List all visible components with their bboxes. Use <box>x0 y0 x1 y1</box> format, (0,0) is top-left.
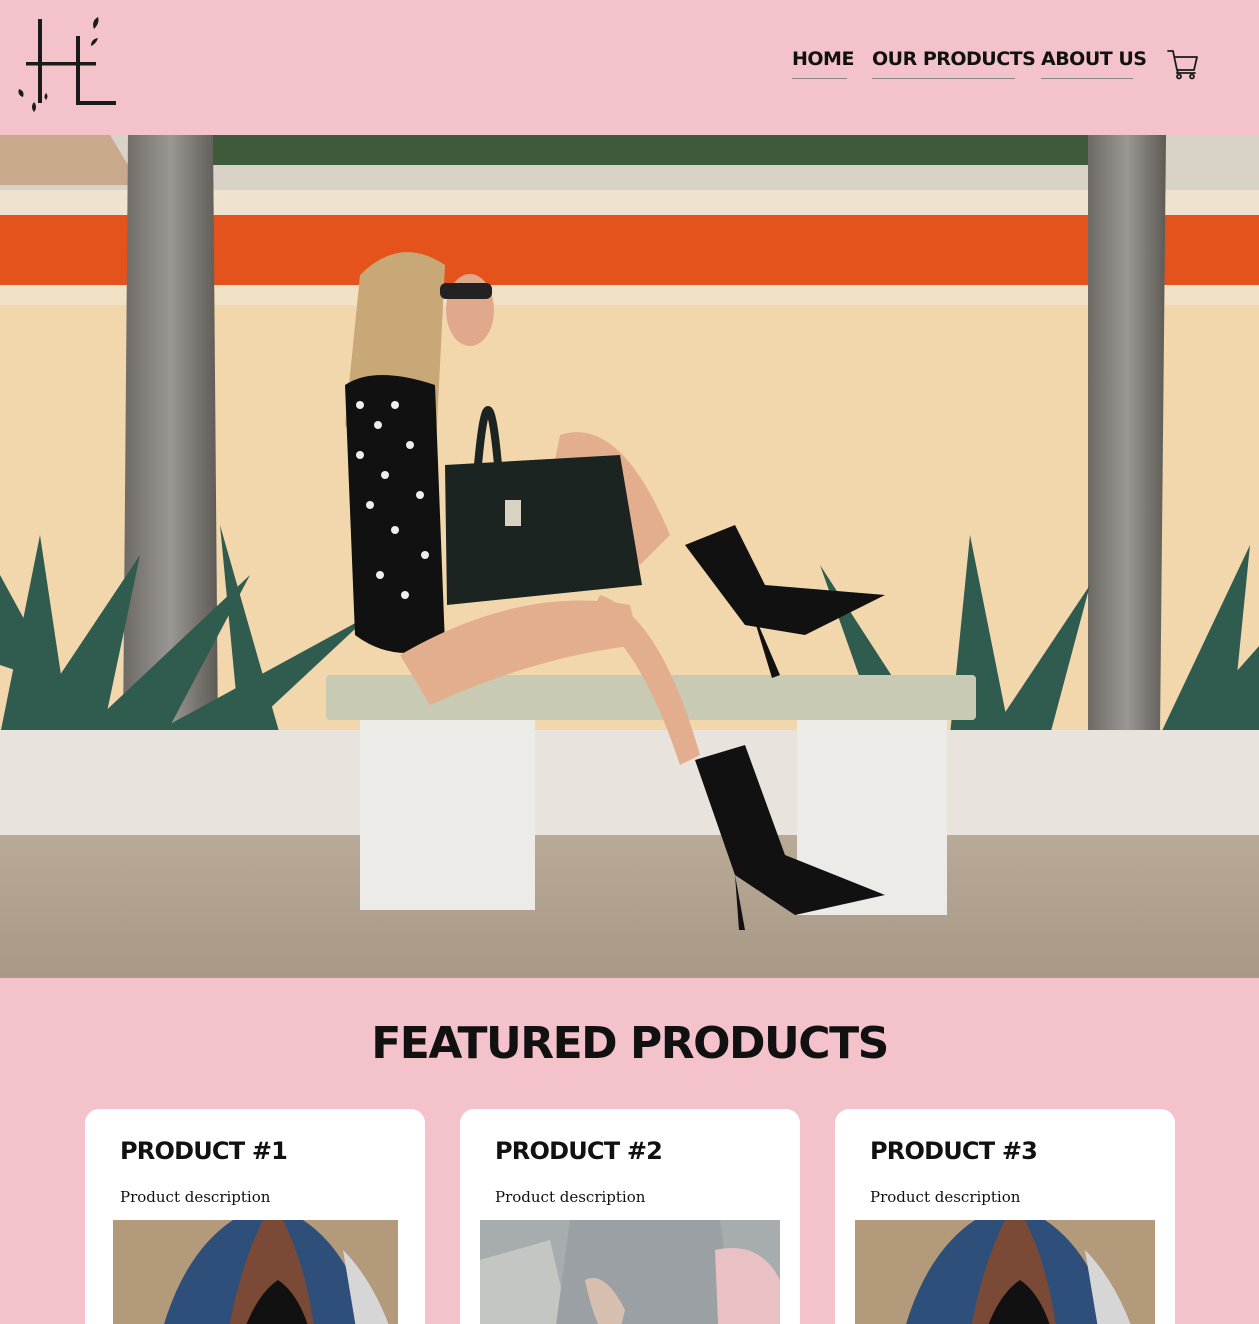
shopping-cart-icon[interactable] <box>1166 48 1200 80</box>
product-description: Product description <box>120 1188 271 1206</box>
nav-home-link[interactable]: HOME <box>792 48 854 79</box>
site-header: HOME OUR PRODUCTS ABOUT US <box>0 0 1259 135</box>
nav-our-products-link[interactable]: OUR PRODUCTS <box>872 48 1036 79</box>
product-image[interactable] <box>480 1220 780 1324</box>
featured-products-heading: FEATURED PRODUCTS <box>371 1018 889 1069</box>
product-card[interactable]: PRODUCT #1 Product description <box>85 1109 425 1324</box>
product-description: Product description <box>870 1188 1021 1206</box>
product-image[interactable] <box>855 1220 1155 1324</box>
product-description: Product description <box>495 1188 646 1206</box>
product-title[interactable]: PRODUCT #3 <box>870 1137 1038 1165</box>
main-nav: HOME OUR PRODUCTS ABOUT US <box>0 48 1259 88</box>
product-image[interactable] <box>113 1220 398 1324</box>
product-title[interactable]: PRODUCT #1 <box>120 1137 288 1165</box>
product-title[interactable]: PRODUCT #2 <box>495 1137 663 1165</box>
product-card[interactable]: PRODUCT #3 Product description <box>835 1109 1175 1324</box>
nav-about-us-link[interactable]: ABOUT US <box>1041 48 1147 79</box>
hero-image <box>0 135 1259 978</box>
product-card[interactable]: PRODUCT #2 Product description <box>460 1109 800 1324</box>
